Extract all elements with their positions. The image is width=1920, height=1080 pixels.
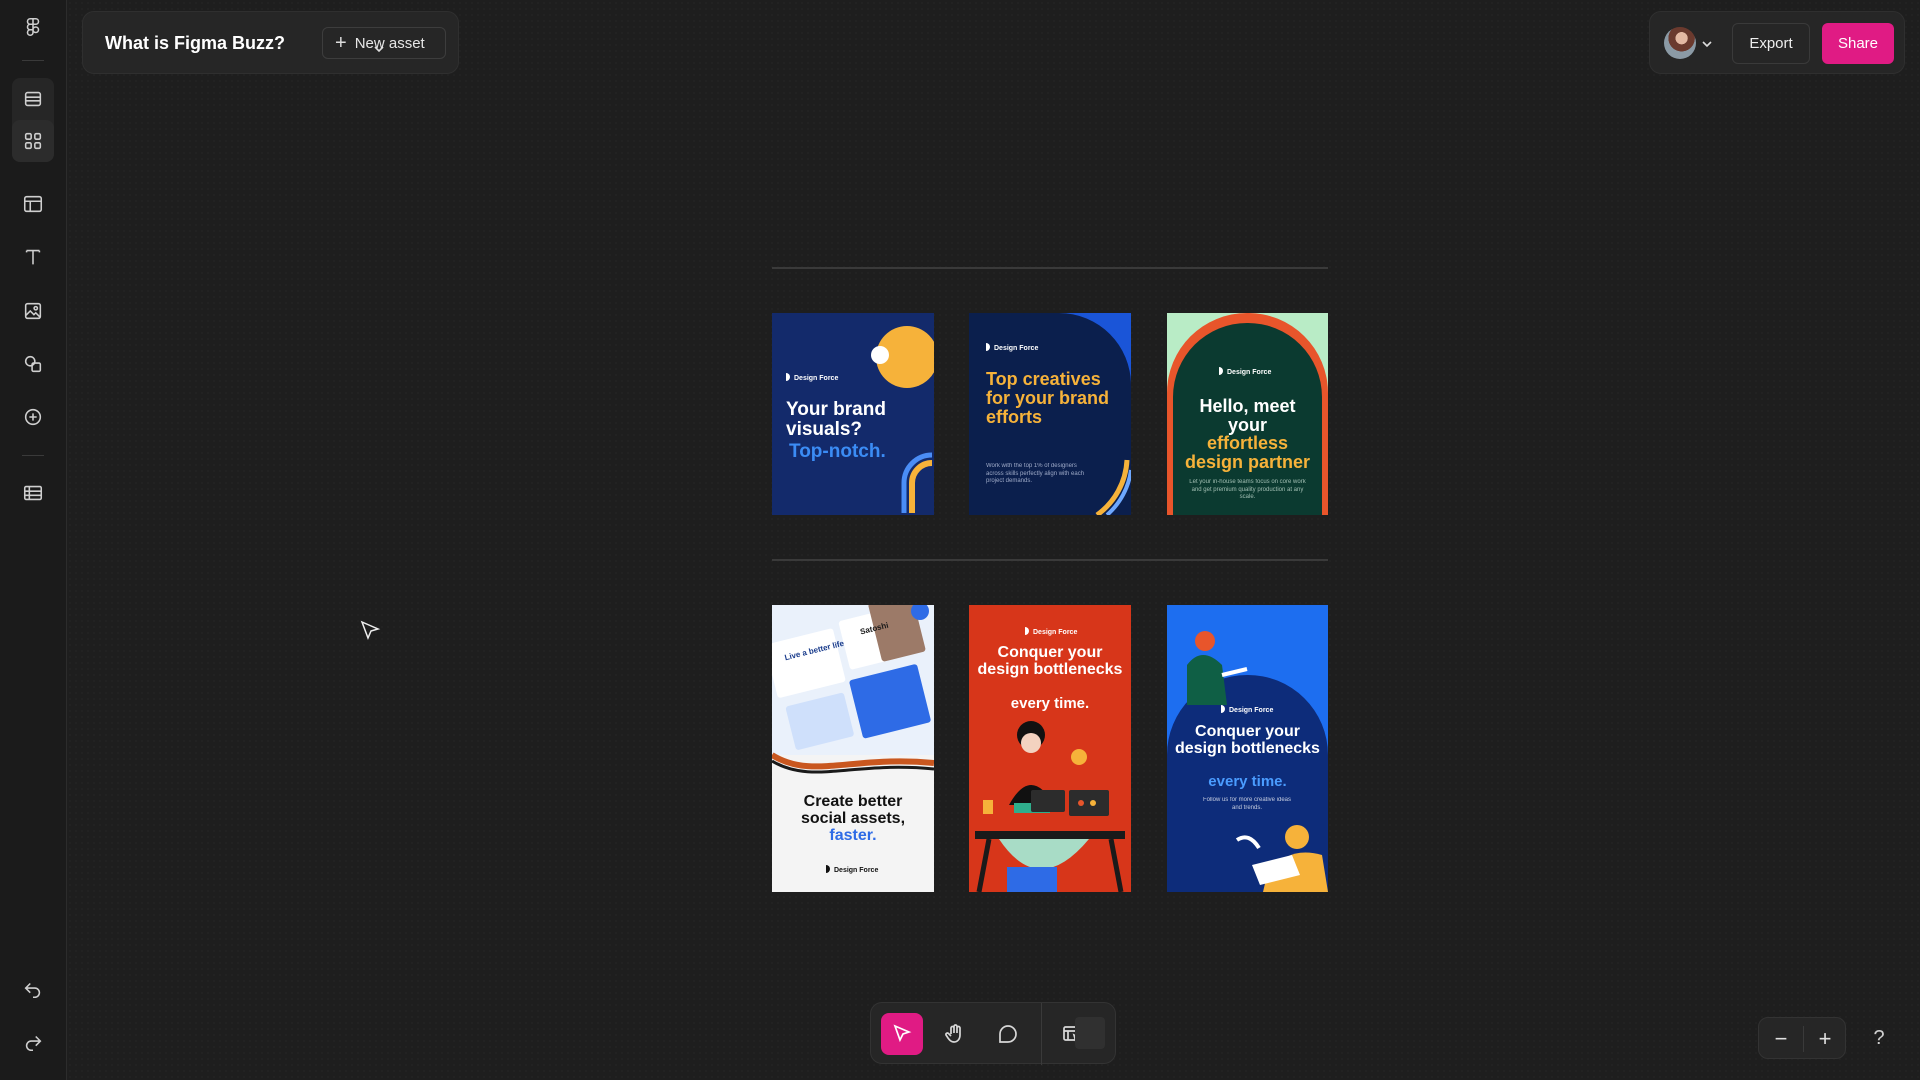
card-accent: every time. <box>1208 773 1287 790</box>
asset-card[interactable]: Live a better life Satoshi Create better… <box>772 605 934 892</box>
zoom-out-button[interactable]: − <box>1759 1018 1803 1060</box>
card-headline: Hello, meet your <box>1199 396 1296 435</box>
card-accent: effortless design partner <box>1184 433 1311 472</box>
asset-card[interactable]: Design Force Hello, meet your effortless… <box>1167 313 1328 515</box>
hand-tool-button[interactable] <box>934 1013 976 1055</box>
brand-tag: Design Force <box>826 865 878 874</box>
card-headline: Top creatives for your brand efforts <box>986 369 1110 427</box>
redo-icon[interactable] <box>12 1021 54 1063</box>
brand-tag: Design Force <box>1221 705 1273 714</box>
undo-icon[interactable] <box>12 968 54 1010</box>
rail-divider <box>22 455 44 456</box>
export-button[interactable]: Export <box>1732 23 1810 64</box>
card-illustration <box>772 605 934 774</box>
card-body: Follow us for more creative ideas and tr… <box>1202 797 1292 811</box>
canvas[interactable] <box>67 0 1920 1080</box>
hand-icon <box>945 1024 961 1043</box>
card-accent: every time. <box>1010 695 1090 712</box>
card-accent: faster. <box>829 827 877 844</box>
card-headline: Conquer your design bottlenecks <box>977 644 1123 678</box>
add-icon[interactable] <box>12 396 54 438</box>
move-tool-button[interactable] <box>881 1013 923 1055</box>
list-view-icon[interactable] <box>12 78 54 120</box>
card-accent: Top-notch. <box>789 441 886 462</box>
layout-icon[interactable] <box>12 183 54 225</box>
row-divider <box>772 267 1328 269</box>
avatar[interactable] <box>1664 27 1696 59</box>
toolbar-divider <box>1041 1003 1042 1065</box>
text-icon[interactable] <box>12 236 54 278</box>
brand-tag: Design Force <box>986 343 1038 352</box>
zoom-controls: − + <box>1758 1017 1846 1059</box>
card-body: Let your in-house teams focus on core wo… <box>1189 479 1306 500</box>
left-rail <box>0 0 67 1080</box>
new-asset-button[interactable]: + New asset <box>322 27 446 59</box>
rail-divider <box>22 60 44 61</box>
brand-tag: Design Force <box>1025 627 1077 636</box>
card-body: Work with the top 1% of designers across… <box>986 463 1085 484</box>
document-header: What is Figma Buzz? + New asset <box>82 11 459 74</box>
plus-icon: + <box>335 32 347 54</box>
asset-card[interactable]: Design Force Conquer your design bottlen… <box>1167 605 1328 892</box>
zoom-in-button[interactable]: + <box>1803 1018 1847 1060</box>
document-title[interactable]: What is Figma Buzz? <box>105 33 285 54</box>
comment-tool-button[interactable] <box>987 1013 1029 1055</box>
comment-icon <box>999 1025 1017 1043</box>
figma-logo-icon[interactable] <box>12 6 54 48</box>
card-headline: Create better social assets, <box>800 793 906 827</box>
pointer-icon <box>893 1024 912 1043</box>
card-headline: Your brand visuals? <box>786 399 886 440</box>
chevron-down-icon[interactable] <box>1702 41 1712 48</box>
brand-tag: Design Force <box>1219 367 1271 376</box>
grid-view-icon[interactable] <box>12 120 54 162</box>
mouse-cursor-icon <box>360 620 381 641</box>
row-divider <box>772 559 1328 561</box>
card-headline: Conquer your design bottlenecks <box>1175 723 1320 757</box>
new-asset-label: New asset <box>354 34 425 52</box>
help-button[interactable]: ? <box>1864 1022 1894 1054</box>
toolbar-extra[interactable] <box>1075 1017 1105 1049</box>
image-icon[interactable] <box>12 290 54 332</box>
share-button[interactable]: Share <box>1822 23 1894 64</box>
shapes-icon[interactable] <box>12 343 54 385</box>
table-icon[interactable] <box>12 472 54 514</box>
asset-card[interactable]: Design Force Conquer your design bottlen… <box>969 605 1131 892</box>
brand-tag: Design Force <box>786 373 838 382</box>
asset-card[interactable]: Design Force Your brand visuals? Top-not… <box>772 313 934 515</box>
asset-card[interactable]: Design Force Top creatives for your bran… <box>969 313 1131 515</box>
share-panel: Export Share <box>1649 11 1905 74</box>
